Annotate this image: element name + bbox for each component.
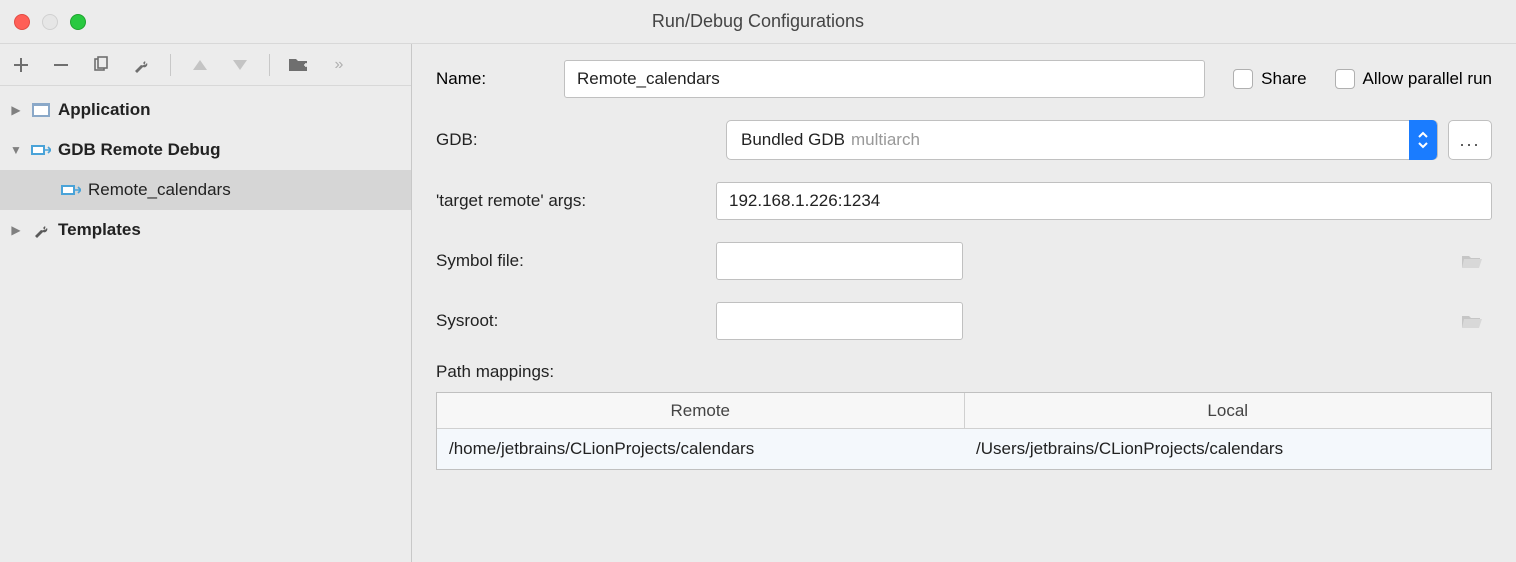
tree-label: Templates (58, 220, 141, 240)
gdb-value: Bundled GDB (741, 130, 845, 150)
gdb-remote-icon (30, 139, 52, 161)
chevron-updown-icon (1409, 120, 1437, 160)
window-title: Run/Debug Configurations (0, 11, 1516, 32)
mapping-remote-cell[interactable]: /home/jetbrains/CLionProjects/calendars (437, 429, 964, 469)
remove-icon[interactable] (50, 54, 72, 76)
wrench-icon[interactable] (130, 54, 152, 76)
gdb-select[interactable]: Bundled GDB multiarch (726, 120, 1438, 160)
titlebar: Run/Debug Configurations (0, 0, 1516, 44)
copy-icon[interactable] (90, 54, 112, 76)
table-row[interactable]: /home/jetbrains/CLionProjects/calendars … (437, 429, 1491, 469)
allow-parallel-label: Allow parallel run (1363, 69, 1492, 89)
tree-label: Application (58, 100, 151, 120)
folder-open-icon[interactable] (1462, 253, 1482, 269)
sidebar: » ▶ Application ▼ GDB Remote Debug (0, 44, 412, 562)
sysroot-label: Sysroot: (436, 311, 716, 331)
share-label: Share (1261, 69, 1306, 89)
gdb-label: GDB: (436, 130, 716, 150)
gdb-suffix: multiarch (851, 130, 920, 150)
tree-label: GDB Remote Debug (58, 140, 220, 160)
allow-parallel-checkbox[interactable]: Allow parallel run (1335, 69, 1492, 89)
gdb-browse-button[interactable]: ... (1448, 120, 1492, 160)
symbol-file-input[interactable] (716, 242, 963, 280)
mapping-header-local[interactable]: Local (965, 393, 1492, 428)
toolbar-separator (170, 54, 171, 76)
tree-item-application[interactable]: ▶ Application (0, 90, 411, 130)
tree-item-templates[interactable]: ▶ Templates (0, 210, 411, 250)
application-icon (30, 99, 52, 121)
wrench-icon (30, 219, 52, 241)
checkbox-icon (1335, 69, 1355, 89)
target-remote-label: 'target remote' args: (436, 191, 716, 211)
tree-item-remote-calendars[interactable]: Remote_calendars (0, 170, 411, 210)
share-checkbox[interactable]: Share (1233, 69, 1306, 89)
mapping-header-remote[interactable]: Remote (437, 393, 965, 428)
toolbar-separator (269, 54, 270, 76)
caret-down-icon: ▼ (8, 143, 24, 157)
gdb-remote-icon (60, 179, 82, 201)
tree-label: Remote_calendars (88, 180, 231, 200)
symbol-file-label: Symbol file: (436, 251, 716, 271)
folder-open-icon[interactable] (1462, 313, 1482, 329)
path-mappings-label: Path mappings: (436, 362, 1492, 382)
move-up-icon[interactable] (189, 54, 211, 76)
caret-right-icon: ▶ (8, 223, 24, 237)
name-input[interactable] (564, 60, 1205, 98)
name-label: Name: (436, 69, 536, 89)
folder-add-icon[interactable] (288, 54, 310, 76)
expand-icon[interactable]: » (328, 54, 350, 76)
caret-right-icon: ▶ (8, 103, 24, 117)
sysroot-input[interactable] (716, 302, 963, 340)
add-icon[interactable] (10, 54, 32, 76)
config-form: Name: Share Allow parallel run GDB: Bund… (412, 44, 1516, 562)
move-down-icon[interactable] (229, 54, 251, 76)
sidebar-toolbar: » (0, 44, 411, 86)
path-mappings-table: Remote Local /home/jetbrains/CLionProjec… (436, 392, 1492, 470)
checkbox-icon (1233, 69, 1253, 89)
config-tree: ▶ Application ▼ GDB Remote Debug Remote_… (0, 86, 411, 562)
mapping-local-cell[interactable]: /Users/jetbrains/CLionProjects/calendars (964, 429, 1491, 469)
target-remote-input[interactable] (716, 182, 1492, 220)
tree-item-gdb-remote[interactable]: ▼ GDB Remote Debug (0, 130, 411, 170)
